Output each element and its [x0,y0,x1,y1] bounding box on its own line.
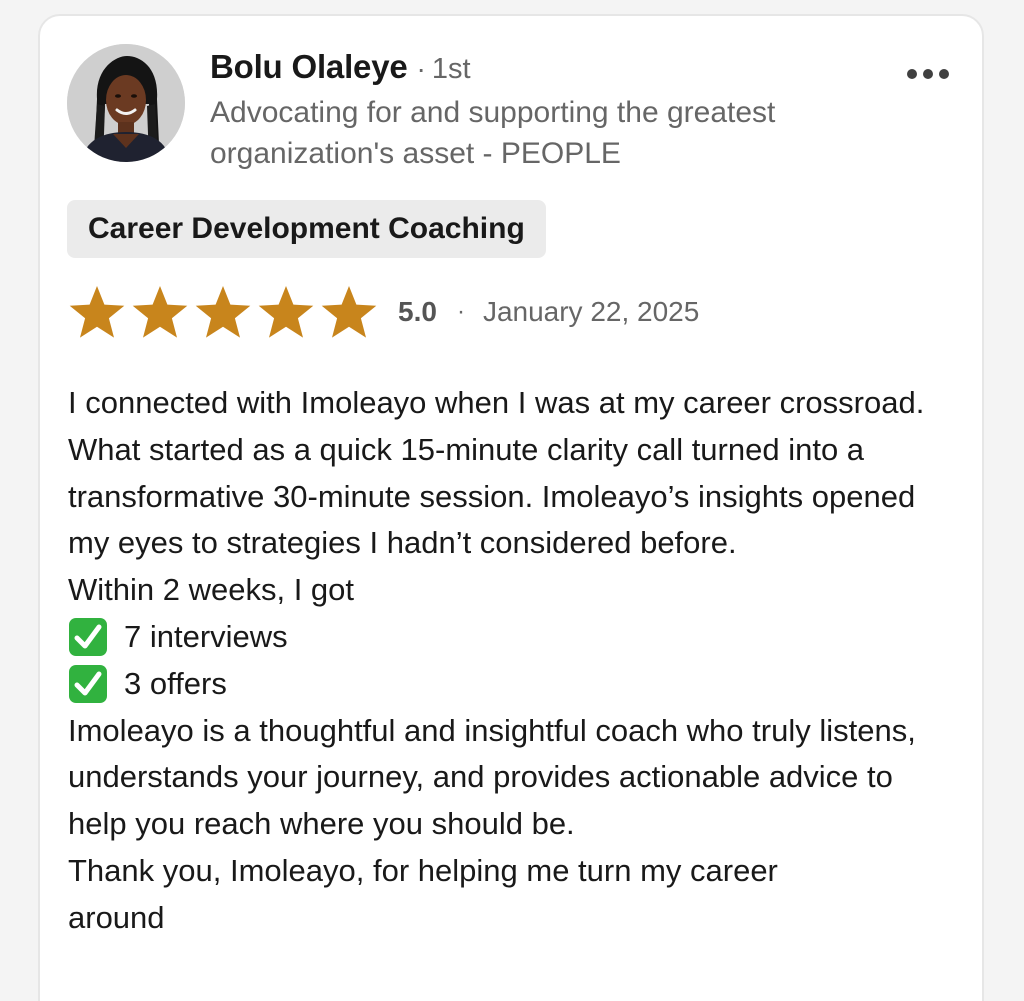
review-lead-in: Within 2 weeks, I got [68,572,355,608]
star-rating [68,285,378,339]
review-paragraph-1: I connected with Imoleayo when I was at … [68,385,925,561]
profile-photo [67,44,185,162]
connection-separator: · [416,53,426,84]
check-mark-button-icon [69,665,107,704]
star-icon [132,286,188,338]
review-date: January 22, 2025 [482,296,700,327]
star-icon [321,286,377,338]
rating-value: 5.0 [398,296,437,327]
reviewer-header: Bolu Olaleye · 1st [210,48,471,86]
connection-degree: 1st [431,53,471,85]
more-horizontal-icon [907,69,917,79]
reviewer-headline: Advocating for and supporting the greate… [210,96,776,170]
reviewer-name[interactable]: Bolu Olaleye [210,48,408,86]
review-result-item: 3 offers [68,661,968,708]
more-options-button[interactable] [900,60,956,88]
service-tag: Career Development Coaching [67,200,546,258]
rating-row: 5.0 · January 22, 2025 [68,284,699,340]
more-horizontal-icon-dot-2 [923,69,933,79]
star-icon [258,286,314,338]
review-text: I connected with Imoleayo when I was at … [68,380,968,942]
rating-separator: · [456,298,465,325]
star-icon [195,286,251,338]
review-closing: Thank you, Imoleayo, for helping me turn… [68,852,778,935]
check-mark-button-icon [69,618,107,657]
star-icon [69,286,125,338]
more-horizontal-icon-dot-3 [939,69,949,79]
review-card: Bolu Olaleye · 1st Advocating for and su… [38,14,984,1001]
result-text: 7 interviews [124,618,288,654]
reviewer-avatar[interactable] [67,44,185,162]
result-text: 3 offers [124,665,227,701]
review-paragraph-2: Imoleayo is a thoughtful and insightful … [68,712,916,842]
review-result-item: 7 interviews [68,614,968,661]
